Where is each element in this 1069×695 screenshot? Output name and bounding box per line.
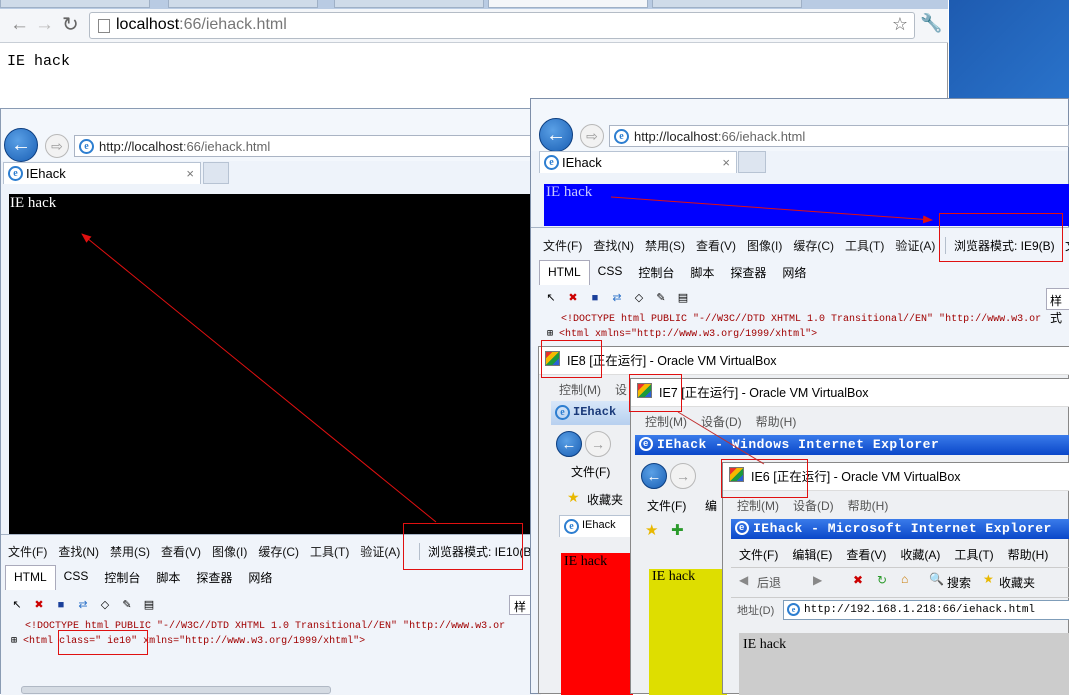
annotation-arrows — [81, 196, 933, 523]
annotation-arrow-ie9 — [610, 196, 933, 224]
annotation-arrow-ie10 — [81, 233, 437, 523]
annotation-arrow-ie6 — [677, 411, 765, 465]
